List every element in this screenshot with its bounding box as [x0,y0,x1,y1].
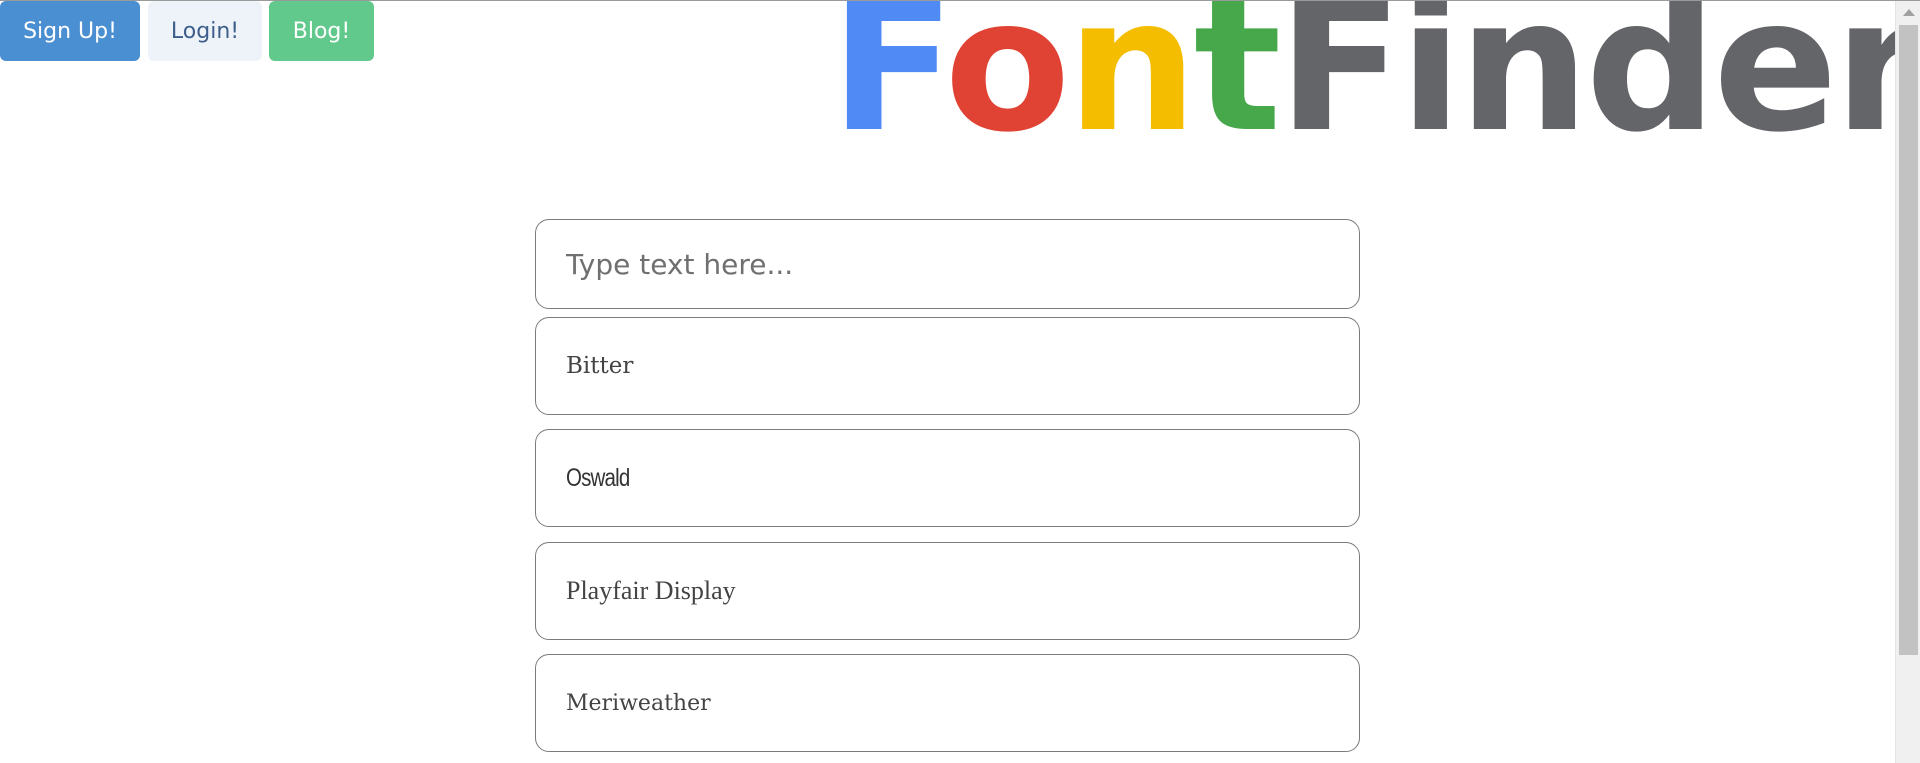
logo-letter-o: o [944,0,1070,173]
font-card-oswald[interactable]: Oswald [535,429,1360,527]
scroll-thumb[interactable] [1899,25,1918,655]
font-card-meriweather[interactable]: Meriweather [535,654,1360,752]
font-name: Bitter [566,353,634,379]
font-name: Oswald [566,463,630,492]
vertical-scrollbar[interactable] [1895,1,1920,763]
blog-button[interactable]: Blog! [269,1,374,61]
search-input[interactable] [535,219,1360,309]
logo-word-finder: Finder [1277,0,1920,173]
page: Sign Up! Login! Blog! FontFinder Bitter … [0,0,1920,763]
font-card-playfair-display[interactable]: Playfair Display [535,542,1360,640]
font-card-bitter[interactable]: Bitter [535,317,1360,415]
font-name: Playfair Display [566,576,736,605]
logo-letter-n: n [1066,0,1198,173]
signup-button[interactable]: Sign Up! [0,1,140,61]
logo-letter-f: F [830,0,948,173]
fontfinder-logo: FontFinder [830,1,1920,161]
login-button[interactable]: Login! [148,1,262,61]
logo-letter-t: t [1193,0,1282,173]
font-name: Meriweather [566,690,711,716]
scroll-up-arrow-icon[interactable] [1903,9,1915,16]
